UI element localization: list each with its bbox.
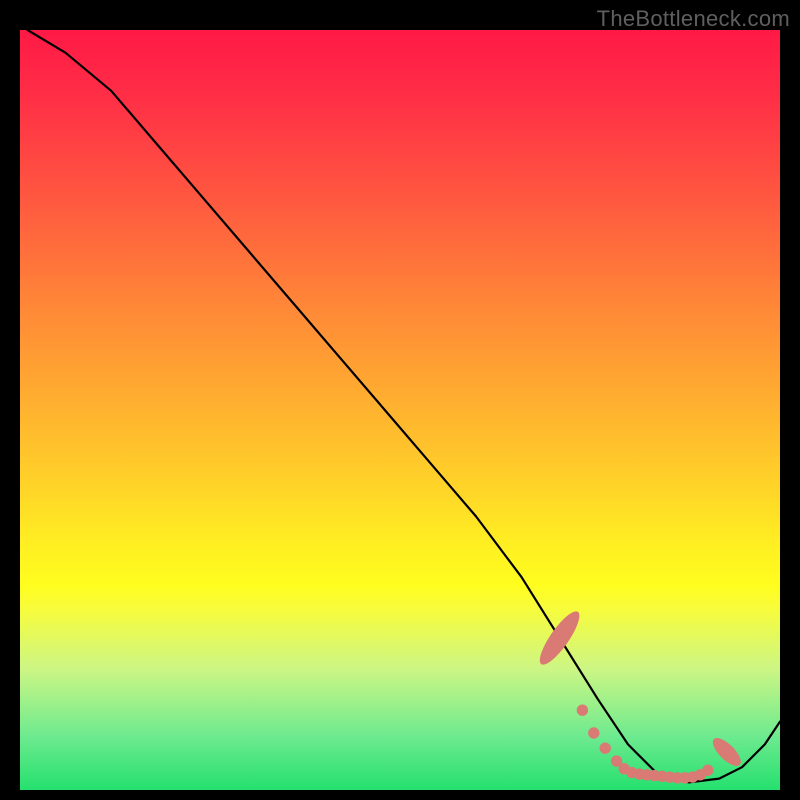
chart-plot-area bbox=[20, 30, 780, 790]
chart-svg-layer bbox=[20, 30, 780, 790]
marker-dot bbox=[600, 743, 611, 754]
app-frame: TheBottleneck.com bbox=[0, 0, 800, 800]
marker-dot bbox=[588, 727, 599, 738]
marker-dot bbox=[577, 705, 588, 716]
marker-cluster-left bbox=[534, 607, 586, 670]
watermark-text: TheBottleneck.com bbox=[597, 6, 790, 32]
marker-dot bbox=[702, 765, 713, 776]
marker-cluster-right bbox=[709, 734, 746, 771]
chart-curve bbox=[28, 30, 780, 782]
